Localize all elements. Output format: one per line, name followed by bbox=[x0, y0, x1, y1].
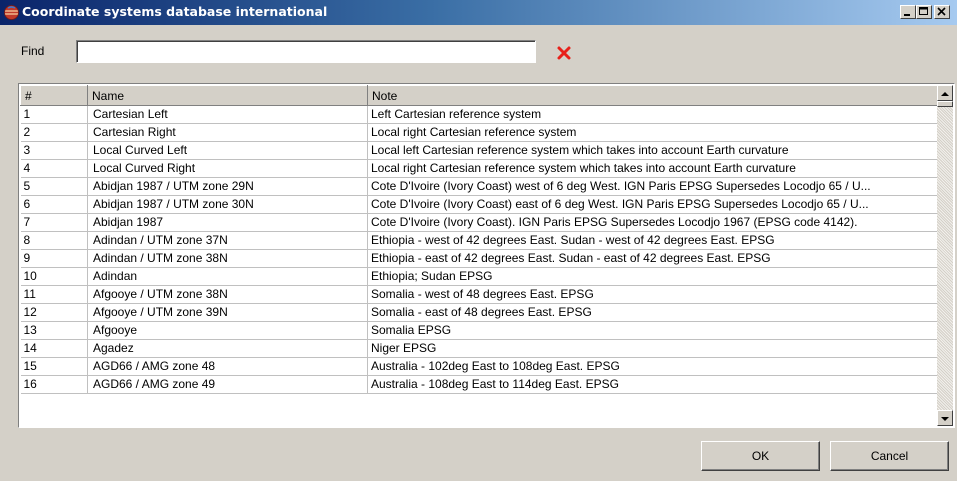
row-note-cell: Left Cartesian reference system bbox=[367, 105, 938, 124]
table-header-row: # Name Note bbox=[20, 85, 938, 106]
row-name-cell: Cartesian Left bbox=[87, 105, 368, 124]
table-row[interactable]: 16 AGD66 / AMG zone 49 Australia - 108deg … bbox=[20, 375, 938, 394]
table-row[interactable]: 4 Local Curved Right Local right Cartesian… bbox=[20, 159, 938, 178]
row-name-cell: Local Curved Right bbox=[87, 159, 368, 178]
row-name-cell: AGD66 / AMG zone 49 bbox=[87, 375, 368, 394]
row-note-cell: Cote D'Ivoire (Ivory Coast). IGN Paris E… bbox=[367, 213, 938, 232]
table-row[interactable]: 15 AGD66 / AMG zone 48 Australia - 102deg … bbox=[20, 357, 938, 376]
globe-icon bbox=[4, 5, 19, 20]
row-number-cell: 16 bbox=[20, 375, 88, 394]
maximize-button[interactable] bbox=[916, 5, 932, 19]
row-number-cell: 3 bbox=[20, 141, 88, 160]
row-note-cell: Ethiopia - east of 42 degrees East. Suda… bbox=[367, 249, 938, 268]
close-button[interactable] bbox=[934, 5, 950, 19]
row-number-cell: 10 bbox=[20, 267, 88, 286]
row-note-cell: Local right Cartesian reference system w… bbox=[367, 159, 938, 178]
coordinate-systems-table: # Name Note 1 Cartesian Left Left Cartesia… bbox=[18, 83, 955, 428]
row-number-cell: 6 bbox=[20, 195, 88, 214]
table-row[interactable]: 12 Afgooye / UTM zone 39N Somalia - east o… bbox=[20, 303, 938, 322]
row-name-cell: Local Curved Left bbox=[87, 141, 368, 160]
row-name-cell: Agadez bbox=[87, 339, 368, 358]
row-name-cell: Afgooye / UTM zone 38N bbox=[87, 285, 368, 304]
row-name-cell: Afgooye bbox=[87, 321, 368, 340]
table-row[interactable]: 3 Local Curved Left Local left Cartesian r… bbox=[20, 141, 938, 160]
row-name-cell: Adindan bbox=[87, 267, 368, 286]
ok-button[interactable]: OK bbox=[701, 441, 820, 471]
table-row[interactable]: 6 Abidjan 1987 / UTM zone 30N Cote D'Ivoir… bbox=[20, 195, 938, 214]
minimize-icon bbox=[904, 14, 910, 16]
table: # Name Note 1 Cartesian Left Left Cartesia… bbox=[20, 85, 938, 394]
table-body: 1 Cartesian Left Left Cartesian reference … bbox=[20, 105, 938, 394]
table-row[interactable]: 14 Agadez Niger EPSG bbox=[20, 339, 938, 358]
row-name-cell: Abidjan 1987 bbox=[87, 213, 368, 232]
row-name-cell: Adindan / UTM zone 37N bbox=[87, 231, 368, 250]
row-number-cell: 11 bbox=[20, 285, 88, 304]
dialog-window: Coordinate systems database internationa… bbox=[0, 0, 957, 481]
find-label: Find bbox=[21, 44, 45, 58]
row-note-cell: Somalia - west of 48 degrees East. EPSG bbox=[367, 285, 938, 304]
row-note-cell: Cote D'Ivoire (Ivory Coast) west of 6 de… bbox=[367, 177, 938, 196]
table-row[interactable]: 9 Adindan / UTM zone 38N Ethiopia - east o… bbox=[20, 249, 938, 268]
row-number-cell: 12 bbox=[20, 303, 88, 322]
clear-x-icon bbox=[557, 46, 571, 60]
row-name-cell: Afgooye / UTM zone 39N bbox=[87, 303, 368, 322]
maximize-icon bbox=[919, 7, 928, 15]
row-number-cell: 4 bbox=[20, 159, 88, 178]
row-number-cell: 13 bbox=[20, 321, 88, 340]
window-title: Coordinate systems database internationa… bbox=[22, 4, 328, 19]
table-row[interactable]: 5 Abidjan 1987 / UTM zone 29N Cote D'Ivoir… bbox=[20, 177, 938, 196]
row-note-cell: Local left Cartesian reference system wh… bbox=[367, 141, 938, 160]
column-header-number[interactable]: # bbox=[20, 85, 88, 106]
row-number-cell: 2 bbox=[20, 123, 88, 142]
table-row[interactable]: 7 Abidjan 1987 Cote D'Ivoire (Ivory Coast)… bbox=[20, 213, 938, 232]
row-name-cell: Abidjan 1987 / UTM zone 30N bbox=[87, 195, 368, 214]
scrollbar-thumb[interactable] bbox=[937, 101, 953, 107]
row-number-cell: 5 bbox=[20, 177, 88, 196]
cancel-button[interactable]: Cancel bbox=[830, 441, 949, 471]
column-header-note[interactable]: Note bbox=[367, 85, 938, 106]
title-bar[interactable]: Coordinate systems database internationa… bbox=[0, 0, 957, 25]
scroll-down-button[interactable] bbox=[937, 410, 953, 426]
row-note-cell: Australia - 102deg East to 108deg East. … bbox=[367, 357, 938, 376]
row-number-cell: 8 bbox=[20, 231, 88, 250]
row-note-cell: Ethiopia - west of 42 degrees East. Suda… bbox=[367, 231, 938, 250]
row-name-cell: Abidjan 1987 / UTM zone 29N bbox=[87, 177, 368, 196]
vertical-scrollbar[interactable] bbox=[937, 85, 953, 426]
row-number-cell: 15 bbox=[20, 357, 88, 376]
row-number-cell: 14 bbox=[20, 339, 88, 358]
table-row[interactable]: 1 Cartesian Left Left Cartesian reference … bbox=[20, 105, 938, 124]
table-row[interactable]: 10 Adindan Ethiopia; Sudan EPSG bbox=[20, 267, 938, 286]
row-note-cell: Niger EPSG bbox=[367, 339, 938, 358]
table-viewport: # Name Note 1 Cartesian Left Left Cartesia… bbox=[20, 85, 953, 426]
table-row[interactable]: 2 Cartesian Right Local right Cartesian re… bbox=[20, 123, 938, 142]
row-note-cell: Local right Cartesian reference system bbox=[367, 123, 938, 142]
arrow-down-icon bbox=[941, 417, 949, 421]
row-note-cell: Cote D'Ivoire (Ivory Coast) east of 6 de… bbox=[367, 195, 938, 214]
row-note-cell: Australia - 108deg East to 114deg East. … bbox=[367, 375, 938, 394]
row-name-cell: Cartesian Right bbox=[87, 123, 368, 142]
row-note-cell: Somalia - east of 48 degrees East. EPSG bbox=[367, 303, 938, 322]
row-number-cell: 9 bbox=[20, 249, 88, 268]
find-input[interactable] bbox=[76, 40, 536, 63]
scroll-up-button[interactable] bbox=[937, 85, 953, 101]
row-number-cell: 1 bbox=[20, 105, 88, 124]
table-row[interactable]: 8 Adindan / UTM zone 37N Ethiopia - west o… bbox=[20, 231, 938, 250]
row-note-cell: Ethiopia; Sudan EPSG bbox=[367, 267, 938, 286]
row-name-cell: Adindan / UTM zone 38N bbox=[87, 249, 368, 268]
arrow-up-icon bbox=[941, 92, 949, 96]
table-row[interactable]: 13 Afgooye Somalia EPSG bbox=[20, 321, 938, 340]
table-row[interactable]: 11 Afgooye / UTM zone 38N Somalia - west o… bbox=[20, 285, 938, 304]
close-icon bbox=[937, 7, 946, 16]
minimize-button[interactable] bbox=[900, 5, 916, 19]
clear-search-button[interactable] bbox=[556, 45, 572, 61]
row-note-cell: Somalia EPSG bbox=[367, 321, 938, 340]
row-name-cell: AGD66 / AMG zone 48 bbox=[87, 357, 368, 376]
row-number-cell: 7 bbox=[20, 213, 88, 232]
column-header-name[interactable]: Name bbox=[87, 85, 368, 106]
